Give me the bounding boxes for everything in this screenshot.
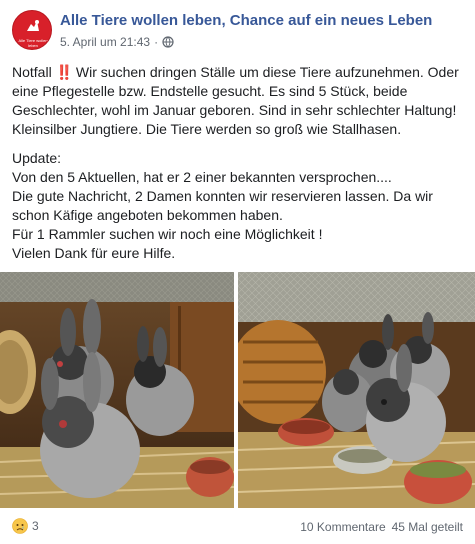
reactions-summary[interactable]: 3 [12, 518, 39, 534]
page-avatar[interactable]: Alle Tiere wollen leben [12, 10, 52, 50]
meta-separator: · [154, 35, 159, 49]
notfall-paragraph: Notfall ‼️ Wir suchen dringen Ställe um … [12, 63, 467, 139]
update-line-2: Die gute Nachricht, 2 Damen konnten wir … [12, 188, 433, 223]
post-header: Alle Tiere wollen leben Alle Tiere wolle… [12, 10, 467, 52]
comments-link[interactable]: 10 Kommentare [300, 520, 385, 534]
post-timestamp[interactable]: 5. April um 21:43 [60, 35, 150, 49]
globe-icon[interactable] [162, 36, 174, 48]
reaction-count: 3 [32, 519, 39, 533]
double-exclamation-emoji: ‼️ [55, 64, 73, 80]
update-line-3: Für 1 Rammler suchen wir noch eine Mögli… [12, 226, 323, 242]
update-line-1: Von den 5 Aktuellen, hat er 2 einer beka… [12, 169, 392, 185]
post-photo-2[interactable] [238, 272, 475, 508]
update-label: Update: [12, 150, 62, 166]
notfall-text: Wir suchen dringen Ställe um diese Tiere… [12, 64, 459, 137]
notfall-word: Notfall [12, 64, 52, 80]
update-line-4: Vielen Dank für eure Hilfe. [12, 245, 176, 261]
sad-face-icon [12, 518, 28, 534]
post-footer: 3 10 Kommentare 45 Mal geteilt [12, 518, 463, 538]
post-body: Notfall ‼️ Wir suchen dringen Ställe um … [12, 63, 467, 263]
engagement-counts: 10 Kommentare 45 Mal geteilt [300, 520, 463, 534]
avatar-caption: Alle Tiere wollen leben [18, 38, 48, 48]
shares-link[interactable]: 45 Mal geteilt [392, 520, 463, 534]
page-name-link[interactable]: Alle Tiere wollen leben, Chance auf ein … [60, 12, 432, 29]
post-photo-1[interactable] [0, 272, 234, 508]
logo-mark [27, 20, 39, 31]
post-meta: 5. April um 21:43 · [60, 35, 174, 49]
